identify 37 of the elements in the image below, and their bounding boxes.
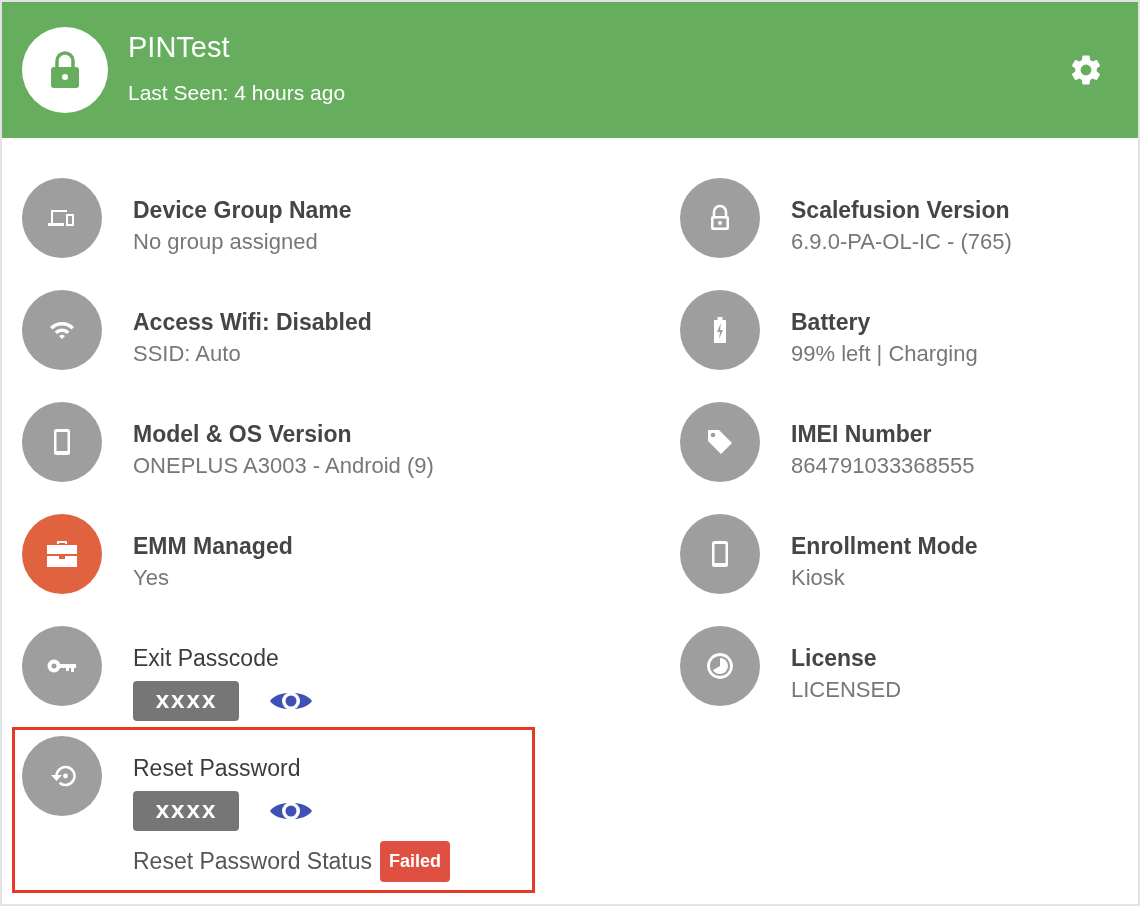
item-value: 6.9.0-PA-OL-IC - (765) [791,228,1012,256]
item-title: IMEI Number [791,420,933,449]
item-value: ONEPLUS A3003 - Android (9) [133,452,434,480]
clock-icon [706,652,734,680]
status-label: Reset Password Status [133,848,373,875]
status-badge: Failed [380,841,451,882]
item-value: Kiosk [791,564,846,592]
item-value: Yes [133,564,170,592]
item-title: Model & OS Version [133,420,353,449]
item-title: License [791,644,878,673]
restore-icon [48,763,76,789]
item-value: LICENSED [791,676,902,704]
item-title: Enrollment Mode [791,532,978,561]
phone-icon [53,428,71,456]
item-value: SSID: Auto [133,340,242,368]
item-title: EMM Managed [133,532,293,561]
item-title: Scalefusion Version [791,196,1011,225]
charging-battery-icon [713,317,727,343]
item-value: 864791033368555 [791,452,975,480]
masked-password-field: xxxx [133,681,239,721]
item-title: Exit Passcode [133,644,280,673]
wifi-icon [49,319,75,341]
masked-password-field: xxxx [133,791,239,831]
device-name: PINTest [128,29,231,64]
item-title: Battery [791,308,872,337]
tag-icon [706,428,734,456]
key-icon [47,658,77,674]
phone-icon [711,540,729,568]
item-title: Device Group Name [133,196,352,225]
item-value: 99% left | Charging [791,340,978,368]
lock-icon [709,204,731,232]
briefcase-icon [45,539,79,569]
item-title: Reset Password [133,754,302,783]
lock-icon [50,51,80,89]
last-seen-text: Last Seen: 4 hours ago [128,80,347,105]
item-title: Access Wifi: Disabled [133,308,372,337]
item-value: No group assigned [133,228,319,256]
